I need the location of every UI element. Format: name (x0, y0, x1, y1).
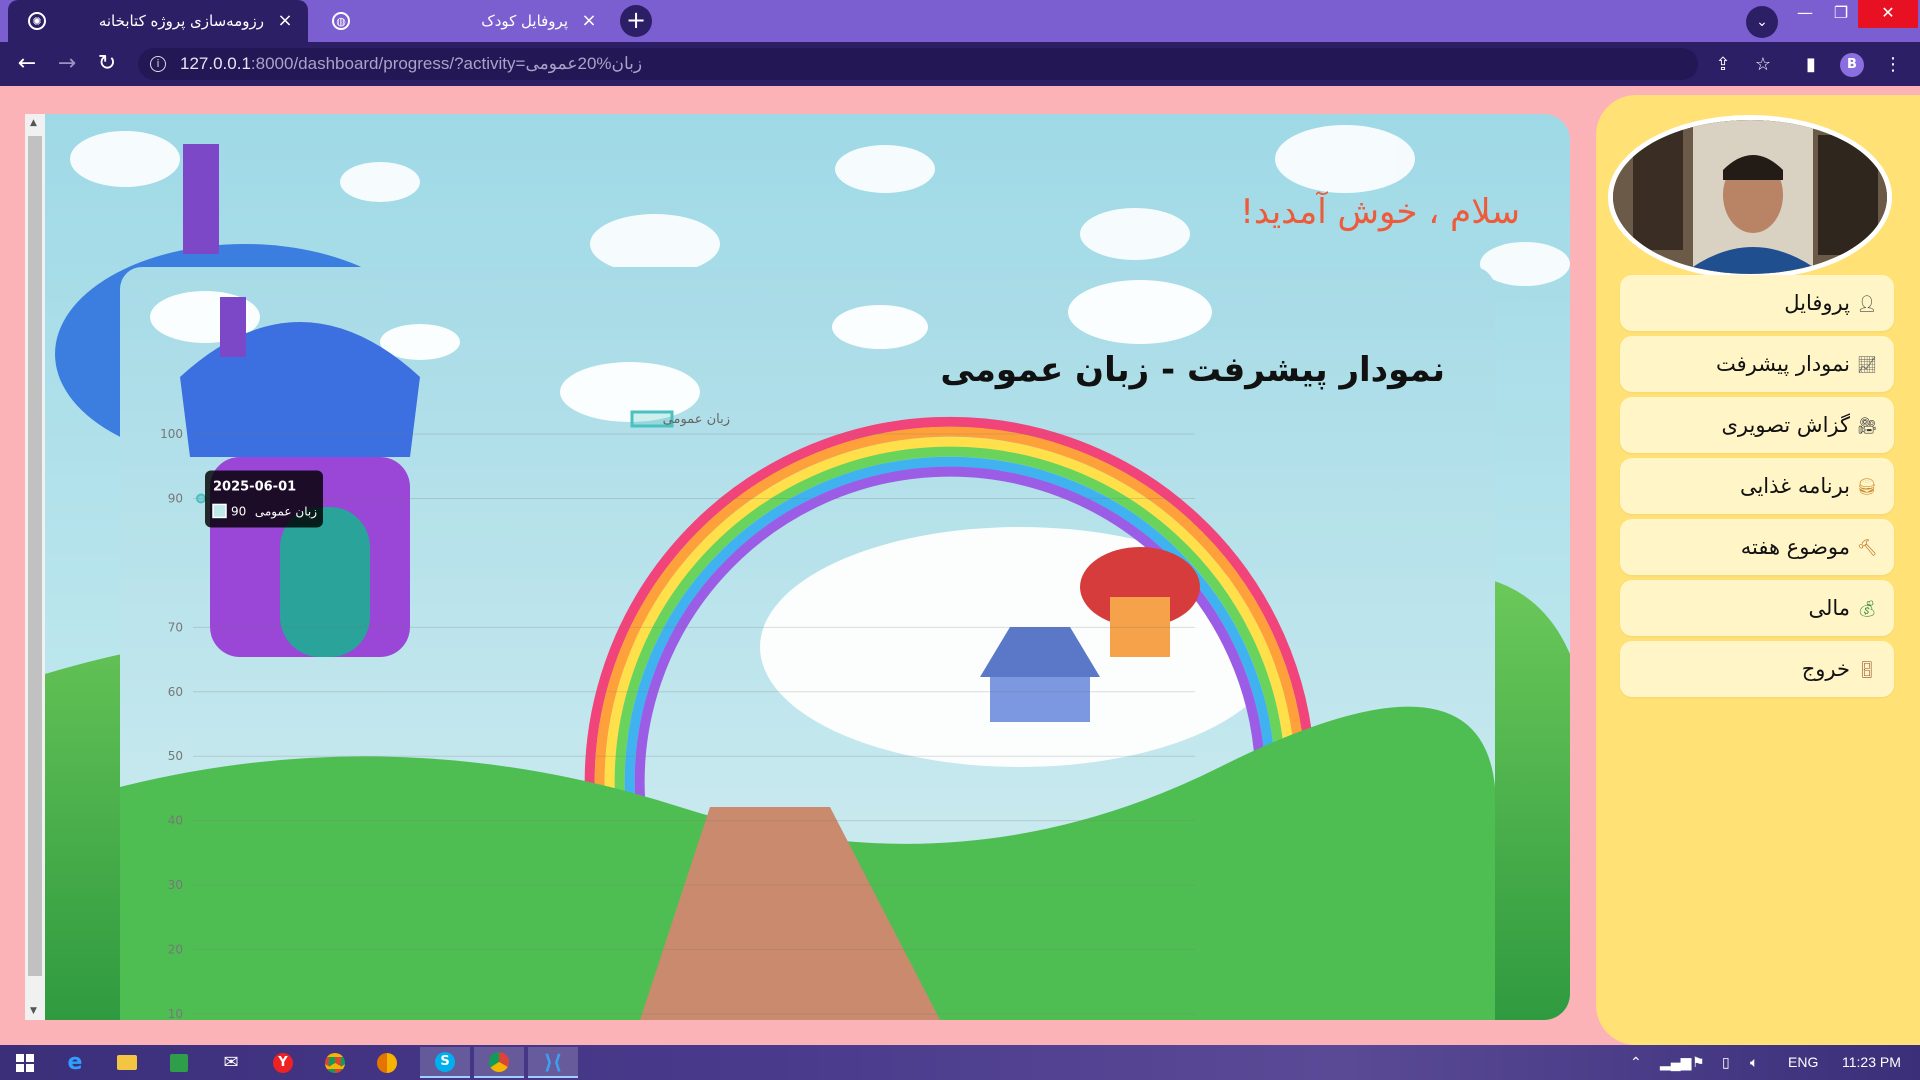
new-tab-button[interactable]: + (620, 5, 652, 37)
tab-child-profile[interactable]: ◍ پروفایل کودک × (312, 0, 612, 42)
burger-icon: 🍔︎ (1856, 476, 1878, 496)
y-tick-label: 100 (160, 427, 183, 441)
url-text[interactable]: 127.0.0.1:8000/dashboard/progress/?activ… (180, 54, 642, 74)
start-button[interactable] (0, 1047, 50, 1078)
volume-icon[interactable]: 🔈︎ (1750, 1045, 1758, 1080)
yandex-browser-icon[interactable]: Y (258, 1047, 308, 1078)
vscode-icon[interactable]: ⟩⟨ (528, 1047, 578, 1078)
chrome-canary-icon[interactable] (362, 1047, 412, 1078)
globe-favicon-icon: ◍ (332, 12, 350, 30)
y-tick-label: 10 (168, 1007, 183, 1020)
close-window-button[interactable]: ✕ (1858, 0, 1918, 28)
openai-favicon-icon: ✺ (28, 12, 46, 30)
progress-chart-card: نمودار پیشرفت - زبان عمومی 100 90 70 60 50 40… (120, 267, 1495, 1020)
money-bag-icon: 💰︎ (1856, 598, 1878, 618)
profile-photo (1608, 115, 1892, 279)
clock[interactable]: 11:23 PM (1842, 1045, 1901, 1080)
sidebar-item-1[interactable]: نمودار پیشرفت 📈︎ (1620, 336, 1894, 392)
y-tick-label: 90 (168, 491, 183, 505)
tab-search-button[interactable]: ⌄ (1746, 6, 1778, 38)
page-scrollbar[interactable]: ▲ ▼ (25, 114, 45, 1020)
skype-icon[interactable]: S (420, 1047, 470, 1078)
y-tick-label: 50 (168, 749, 183, 763)
language-indicator[interactable]: ENG (1788, 1045, 1818, 1080)
tooltip-series-label: زبان عمومی (255, 504, 317, 519)
network-icon[interactable]: ▂▄▆ (1660, 1045, 1691, 1080)
sidebar-item-label: پروفایل (1784, 291, 1850, 315)
file-explorer-icon[interactable] (102, 1047, 152, 1078)
windows-taskbar: e ✉ Y S ⟩⟨ ⌃ ▂▄▆ ⚑ ▯ 🔈︎ ENG 11:23 PM (0, 1045, 1920, 1080)
sidebar-item-label: خروج (1801, 657, 1850, 681)
progress-line-chart[interactable]: 100 90 70 60 50 40 30 20 10 زبان عمومی 2025-06-01 9… (120, 267, 1495, 1020)
action-center-flag-icon[interactable]: ⚑ (1692, 1045, 1705, 1080)
tab-close-icon[interactable]: × (276, 12, 294, 30)
y-tick-label: 20 (168, 943, 183, 957)
internet-explorer-icon[interactable]: e (50, 1047, 100, 1078)
sidebar-item-label: نمودار پیشرفت (1716, 352, 1850, 376)
profile-avatar[interactable]: B (1840, 53, 1864, 77)
sidebar-item-6[interactable]: خروج 🚪︎ (1620, 641, 1894, 697)
door-icon: 🚪︎ (1856, 659, 1878, 679)
chrome-active-icon[interactable] (474, 1047, 524, 1078)
hammer-icon: 🔨︎ (1856, 537, 1878, 557)
person-icon: 👤︎ (1856, 293, 1878, 313)
sidebar-item-label: موضوع هفته (1740, 535, 1850, 559)
legend-label[interactable]: زبان عمومی (663, 412, 730, 427)
tab-title: پروفایل کودک (481, 12, 568, 30)
data-point[interactable] (196, 493, 206, 504)
sidebar-item-2[interactable]: گزاش تصویری 🎥︎ (1620, 397, 1894, 453)
y-tick-label: 30 (168, 878, 183, 892)
reload-button[interactable]: ↻ (92, 50, 122, 78)
address-bar[interactable]: i 127.0.0.1:8000/dashboard/progress/?act… (138, 48, 1698, 80)
tooltip-value: 90 (231, 504, 246, 518)
show-hidden-icons[interactable]: ⌃ (1630, 1045, 1642, 1080)
sidebar-item-3[interactable]: برنامه غذایی 🍔︎ (1620, 458, 1894, 514)
side-panel-icon[interactable]: ▮ (1800, 54, 1822, 76)
sidebar-item-4[interactable]: موضوع هفته 🔨︎ (1620, 519, 1894, 575)
welcome-greeting: سلام ، خوش آمدید! (1240, 192, 1520, 232)
fairytale-background-image: سلام ، خوش آمدید! نمودار پیشرفت - زبان ع… (45, 114, 1570, 1020)
sidebar-item-5[interactable]: مالی 💰︎ (1620, 580, 1894, 636)
scroll-up-arrow-icon[interactable]: ▲ (30, 118, 37, 128)
menu-kebab-icon[interactable]: ⋮ (1882, 54, 1904, 76)
bookmark-star-icon[interactable]: ☆ (1752, 54, 1774, 76)
scrollbar-thumb[interactable] (28, 136, 42, 976)
browser-toolbar: ← → ↻ i 127.0.0.1:8000/dashboard/progres… (0, 42, 1920, 86)
sidebar-item-0[interactable]: پروفایل 👤︎ (1620, 275, 1894, 331)
chrome-icon[interactable] (310, 1047, 360, 1078)
browser-tab-strip: ✺ رزومه‌سازی پروژه کتابخانه × ◍ پروفایل … (0, 0, 1920, 42)
tooltip-date: 2025-06-01 (213, 479, 296, 494)
tab-close-icon[interactable]: × (580, 12, 598, 30)
y-tick-label: 70 (168, 620, 183, 634)
tab-resume-builder[interactable]: ✺ رزومه‌سازی پروژه کتابخانه × (8, 0, 308, 42)
share-icon[interactable]: ⇪ (1712, 54, 1734, 76)
chart-icon: 📈︎ (1856, 354, 1878, 374)
back-button[interactable]: ← (12, 50, 42, 78)
y-tick-label: 60 (168, 685, 183, 699)
mail-icon[interactable]: ✉ (206, 1047, 256, 1078)
sidebar: پروفایل 👤︎ نمودار پیشرفت 📈︎ گزاش تصویری 🎥︎ برن… (1596, 95, 1920, 1045)
sidebar-item-label: گزاش تصویری (1721, 413, 1850, 437)
scroll-down-arrow-icon[interactable]: ▼ (30, 1006, 37, 1016)
power-icon[interactable]: ▯ (1722, 1045, 1730, 1080)
user-webcam-image (1613, 120, 1887, 274)
store-icon[interactable] (154, 1047, 204, 1078)
tab-title: رزومه‌سازی پروژه کتابخانه (98, 12, 264, 30)
video-camera-icon: 🎥︎ (1856, 415, 1878, 435)
y-tick-label: 40 (168, 814, 183, 828)
sidebar-item-label: برنامه غذایی (1739, 474, 1850, 498)
site-info-icon[interactable]: i (150, 56, 166, 72)
sidebar-item-label: مالی (1808, 596, 1850, 620)
tooltip-swatch (212, 503, 227, 519)
forward-button[interactable]: → (52, 50, 82, 78)
windows-logo-icon (16, 1053, 34, 1072)
